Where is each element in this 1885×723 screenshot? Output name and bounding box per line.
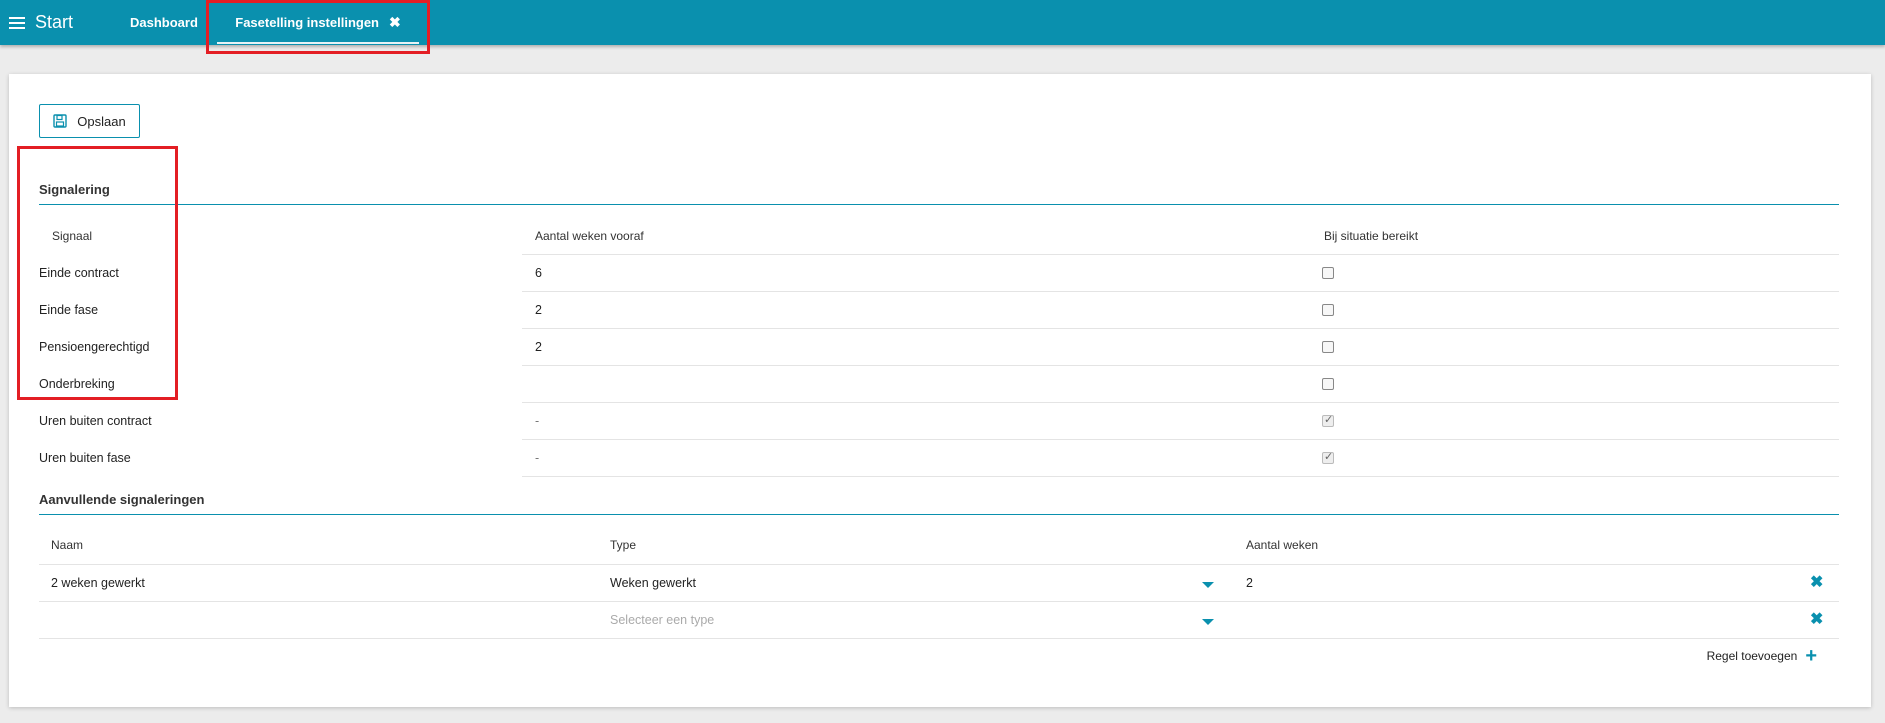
row-divider [39, 601, 1839, 602]
tab-dashboard-label: Dashboard [130, 15, 198, 30]
signalering-divider [39, 204, 1839, 205]
tab-dashboard[interactable]: Dashboard [130, 0, 198, 45]
naam-cell[interactable]: 2 weken gewerkt [51, 576, 145, 590]
weken-cell: - [535, 451, 540, 465]
save-button-label: Opslaan [77, 113, 126, 129]
header-divider [522, 254, 1839, 255]
settings-card: Opslaan Signalering Signaal Aantal weken… [9, 74, 1871, 707]
checkbox-onderbreking[interactable] [1322, 378, 1334, 390]
hamburger-icon [9, 16, 25, 29]
type-select[interactable]: Weken gewerkt [610, 576, 696, 590]
row-divider [39, 638, 1839, 639]
aantal-weken-cell[interactable]: 2 [1246, 576, 1253, 590]
column-header-type: Type [610, 538, 637, 552]
add-row-label: Regel toevoegen [1706, 649, 1798, 663]
chevron-down-icon[interactable] [1202, 619, 1214, 625]
aanvullend-title: Aanvullende signaleringen [39, 492, 205, 507]
add-row-button[interactable]: Regel toevoegen + [1707, 646, 1817, 666]
highlight-box-tab [206, 0, 430, 54]
checkbox-einde-fase[interactable] [1322, 304, 1334, 316]
weken-cell: 2 [535, 303, 542, 317]
weken-cell: 6 [535, 266, 542, 280]
row-divider [522, 402, 1839, 403]
column-header-aantal-weken: Aantal weken [1246, 538, 1319, 552]
type-select[interactable]: Selecteer een type [610, 613, 714, 627]
plus-icon: + [1805, 645, 1817, 667]
checkbox-einde-contract[interactable] [1322, 267, 1334, 279]
weken-cell: - [535, 414, 540, 428]
start-menu-button[interactable]: Start [9, 12, 73, 33]
row-divider [522, 365, 1839, 366]
delete-row-icon[interactable]: ✖ [1810, 612, 1823, 628]
row-divider [522, 476, 1839, 477]
row-divider [522, 328, 1839, 329]
aanvullend-divider [39, 514, 1839, 515]
signaal-cell: Uren buiten fase [39, 451, 131, 465]
signaal-cell: Uren buiten contract [39, 414, 152, 428]
row-divider [522, 439, 1839, 440]
floppy-disk-icon [53, 114, 67, 128]
highlight-box-signaal-column [17, 146, 178, 400]
column-header-naam: Naam [51, 538, 84, 552]
row-divider [522, 291, 1839, 292]
checkbox-pensioengerechtigd[interactable] [1322, 341, 1334, 353]
column-header-bij-situatie-bereikt: Bij situatie bereikt [1324, 229, 1419, 243]
chevron-down-icon[interactable] [1202, 582, 1214, 588]
weken-cell: 2 [535, 340, 542, 354]
brand-label: Start [35, 12, 74, 32]
checkbox-uren-buiten-contract [1322, 413, 1334, 427]
checkbox-uren-buiten-fase [1322, 450, 1334, 464]
save-button[interactable]: Opslaan [39, 104, 140, 138]
header-divider [39, 564, 1839, 565]
column-header-aantal-weken-vooraf: Aantal weken vooraf [535, 229, 644, 243]
delete-row-icon[interactable]: ✖ [1810, 575, 1823, 591]
